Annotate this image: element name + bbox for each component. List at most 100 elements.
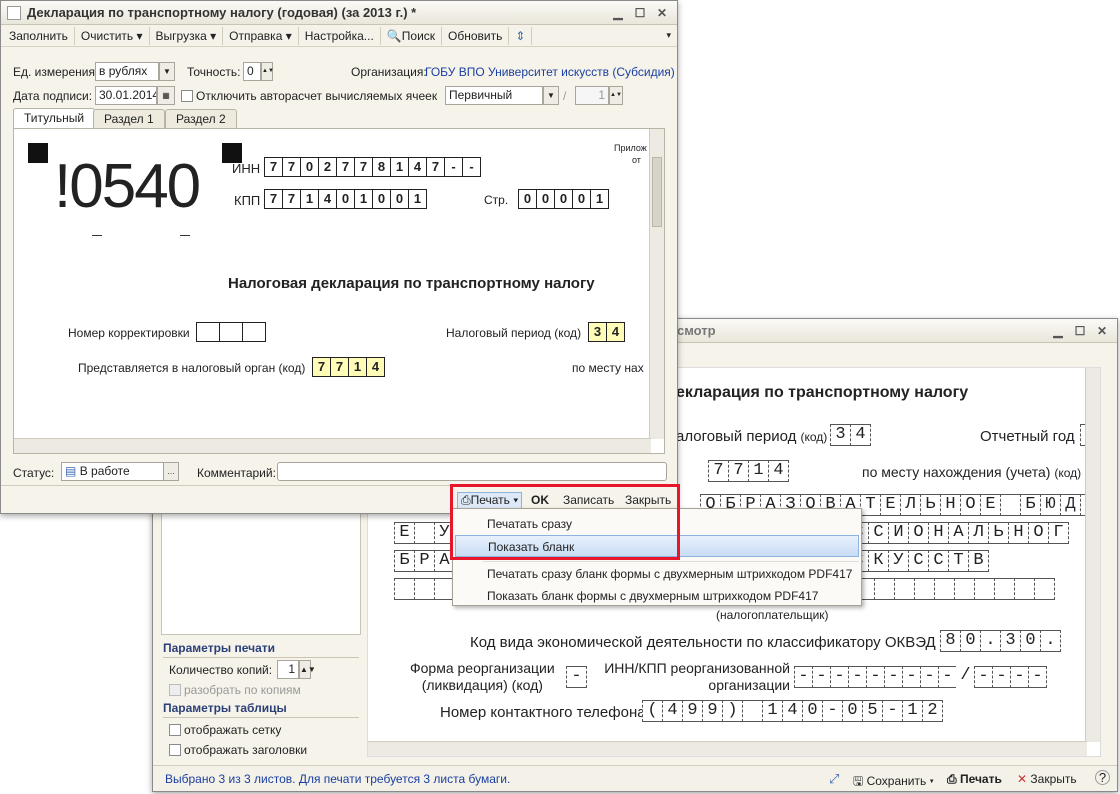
empty-cell: -: [1010, 666, 1029, 688]
maximize-icon[interactable]: ☐: [1071, 323, 1089, 339]
tab-title[interactable]: Титульный: [13, 108, 96, 129]
title-page-sheet[interactable]: !0540 ИНН 7702778147-- КПП 771401001 Стр…: [13, 128, 665, 454]
refresh-button[interactable]: Обновить: [442, 26, 510, 45]
copies-spinner[interactable]: ▲▼: [299, 660, 316, 679]
doc-type-dropdown-icon[interactable]: ▼: [543, 86, 559, 105]
menu-show-form[interactable]: Показать бланк: [455, 535, 859, 557]
preview-hscroll[interactable]: [368, 741, 1087, 756]
clear-button[interactable]: Очистить ▾: [75, 26, 150, 45]
empty-cell: /: [956, 666, 975, 688]
form-cell: А: [948, 522, 969, 544]
help-icon[interactable]: ?: [1095, 770, 1110, 785]
scroll-thumb[interactable]: [652, 157, 662, 227]
form-cell: В: [968, 550, 989, 572]
doc-type-select[interactable]: Первичный: [445, 86, 543, 105]
settings-button[interactable]: Настройка...: [299, 26, 381, 45]
autocalc-checkbox[interactable]: [181, 90, 193, 102]
doc-num-input[interactable]: 1: [575, 86, 609, 105]
grid-checkbox[interactable]: [169, 724, 181, 736]
fill-button[interactable]: Заполнить: [3, 26, 75, 45]
form-cell: .: [980, 630, 1001, 652]
comment-input[interactable]: [277, 462, 667, 481]
preview-vscroll[interactable]: [1085, 368, 1100, 742]
preview-print-button[interactable]: ⎙ Печать: [947, 772, 1002, 787]
form-cell: 8: [372, 157, 391, 177]
form-cell: 0: [390, 189, 409, 209]
export-button[interactable]: Выгрузка ▾: [150, 26, 224, 45]
collate-option[interactable]: разобрать по копиям: [169, 683, 301, 697]
form-cell: Л: [968, 522, 989, 544]
headers-checkbox[interactable]: [169, 744, 181, 756]
form-cell: О: [908, 522, 929, 544]
minimize-icon[interactable]: ▁: [1049, 323, 1067, 339]
collate-checkbox[interactable]: [169, 684, 181, 696]
status-select-button[interactable]: …: [163, 462, 179, 481]
tax-authority-cells[interactable]: 7714: [312, 357, 385, 377]
marker-square-right: [222, 143, 242, 163]
okved-cells: 80.30.: [940, 630, 1061, 652]
copies-label: Количество копий:: [169, 663, 273, 677]
units-dropdown-icon[interactable]: ▼: [159, 62, 175, 81]
tab-section-1[interactable]: Раздел 1: [93, 109, 165, 128]
grid-option[interactable]: отображать сетку: [169, 723, 281, 737]
send-button[interactable]: Отправка ▾: [223, 26, 299, 45]
declaration-window: Декларация по транспортному налогу (годо…: [0, 0, 678, 514]
preview-name-row-3-left: БРА: [394, 550, 455, 572]
search-button[interactable]: 🔍Поиск: [381, 26, 443, 45]
declaration-heading: Налоговая декларация по транспортному на…: [228, 275, 595, 292]
preview-close-button[interactable]: ✕ Закрыть: [1017, 772, 1077, 786]
headers-option[interactable]: отображать заголовки: [169, 743, 307, 757]
form-cell: [414, 522, 435, 544]
copies-input[interactable]: 1: [277, 660, 299, 679]
autocalc-option[interactable]: Отключить авторасчет вычисляемых ячеек: [181, 89, 437, 103]
save-button[interactable]: Записать: [563, 493, 614, 507]
zoom-icon[interactable]: ⤢: [829, 771, 839, 787]
menu-print-pdf417[interactable]: Печатать сразу бланк формы с двухмерным …: [455, 563, 859, 585]
doc-num-spinner[interactable]: ▲▼: [609, 86, 623, 105]
close-icon[interactable]: ✕: [1093, 323, 1111, 339]
preview-sidebar: [161, 509, 361, 635]
sign-date-input[interactable]: 30.01.2014: [95, 86, 157, 105]
precision-input[interactable]: 0: [243, 62, 261, 81]
form-cell: 7: [312, 357, 331, 377]
phone-cells: (4 9 9) 1 4 0-0 5-1 2: [642, 700, 943, 722]
menu-print-now[interactable]: Печатать сразу: [455, 513, 859, 535]
kpp-cells[interactable]: 771401001: [264, 189, 427, 209]
close-button[interactable]: Закрыть: [625, 493, 671, 507]
form-cell: Е: [394, 522, 415, 544]
precision-spinner[interactable]: ▲▼: [261, 62, 274, 81]
empty-cell: [414, 578, 435, 600]
form-cell: 0: [842, 700, 863, 722]
form-cell: Т: [860, 494, 881, 516]
preview-save-button[interactable]: 🖫 Сохранить ▾: [853, 772, 934, 793]
org-value[interactable]: ГОБУ ВПО Университет искусств (Субсидия): [425, 65, 675, 79]
navigate-icon[interactable]: ⇕: [509, 26, 533, 45]
print-button[interactable]: ⎙Печать ▾: [457, 492, 523, 509]
preview-status-text: Выбрано 3 из 3 листов. Для печати требуе…: [165, 772, 511, 786]
status-field[interactable]: ▤ В работе: [61, 462, 165, 481]
form-cell: 7: [282, 189, 301, 209]
calendar-icon[interactable]: ▦: [157, 86, 175, 105]
sheet-hscroll[interactable]: [14, 438, 651, 453]
form-cell: 4: [408, 157, 427, 177]
minimize-icon[interactable]: ▁: [609, 5, 627, 21]
form-cell: Е: [980, 494, 1001, 516]
sheet-vscroll[interactable]: [649, 129, 664, 439]
toolbar-overflow-icon[interactable]: ▾: [666, 30, 675, 41]
close-icon[interactable]: ✕: [653, 5, 671, 21]
ok-button[interactable]: OK: [531, 493, 549, 507]
form-cell: Р: [414, 550, 435, 572]
menu-show-pdf417[interactable]: Показать бланк формы с двухмерным штрихк…: [455, 585, 859, 607]
form-cell: (: [642, 700, 663, 722]
maximize-icon[interactable]: ☐: [631, 5, 649, 21]
form-cell: Т: [948, 550, 969, 572]
units-select[interactable]: в рублях: [95, 62, 159, 81]
page-label: Стр.: [484, 193, 509, 207]
comment-label: Комментарий:: [197, 466, 276, 480]
inn-cells[interactable]: 7702778147--: [264, 157, 481, 177]
tab-section-2[interactable]: Раздел 2: [165, 109, 237, 128]
tax-period-cells[interactable]: 34: [588, 322, 625, 342]
correction-cells[interactable]: [196, 322, 266, 342]
form-cell: 1: [390, 157, 409, 177]
form-cell: 0: [554, 189, 573, 209]
